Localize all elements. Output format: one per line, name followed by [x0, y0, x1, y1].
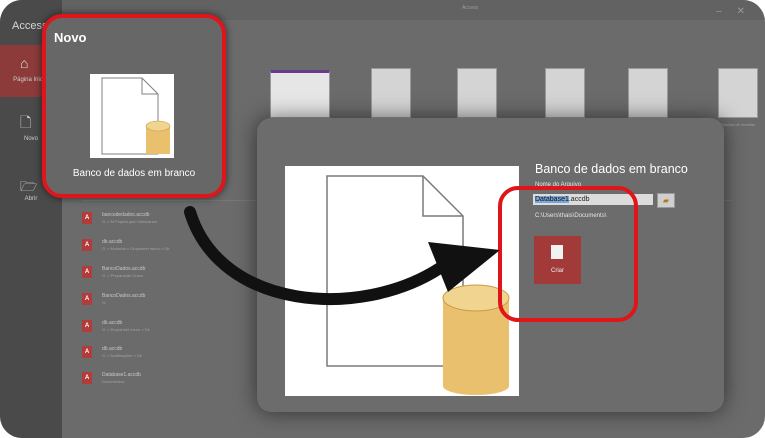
curved-arrow: [184, 206, 500, 305]
access-backstage: Access ⌂ Página Inicial 🗋 Novo 🗁 Abrir A…: [0, 0, 765, 438]
